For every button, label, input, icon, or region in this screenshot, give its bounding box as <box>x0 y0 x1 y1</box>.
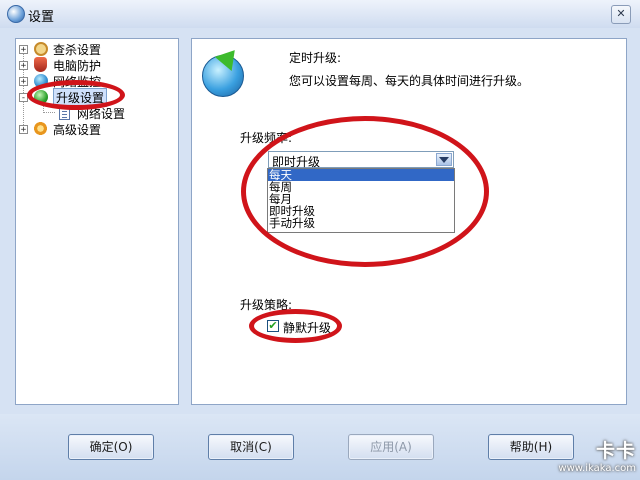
gear-icon <box>33 121 48 136</box>
tree-item-label: 查杀设置 <box>53 42 102 57</box>
window-title: 设置 <box>28 10 55 25</box>
shield-icon <box>34 57 47 72</box>
tree-item-protection[interactable]: + 电脑防护 <box>19 57 101 73</box>
annotation-circle-tree <box>27 80 125 110</box>
close-button[interactable]: ✕ <box>611 5 631 24</box>
tree-item-label: 电脑防护 <box>53 58 102 73</box>
cancel-button[interactable]: 取消(C) <box>208 434 294 460</box>
expand-icon[interactable]: + <box>19 124 28 134</box>
expand-icon[interactable]: + <box>19 44 28 54</box>
watermark: 卡卡 www.ikaka.com <box>506 434 636 476</box>
ok-button[interactable]: 确定(O) <box>68 434 154 460</box>
section-description: 您可以设置每周、每天的具体时间进行升级。 <box>289 74 530 88</box>
button-bar: 确定(O) 取消(C) 应用(A) 帮助(H) 卡卡 www.ikaka.com <box>0 414 640 480</box>
annotation-circle-frequency <box>241 116 489 267</box>
watermark-url: www.ikaka.com <box>558 463 636 474</box>
tree-item-label: 高级设置 <box>53 122 102 137</box>
expand-icon[interactable]: + <box>19 60 28 70</box>
apply-button[interactable]: 应用(A) <box>348 434 434 460</box>
title-bar: 设置 ✕ <box>0 0 640 29</box>
annotation-circle-silent <box>249 309 342 343</box>
section-heading: 定时升级: <box>289 51 342 65</box>
app-icon <box>7 5 25 23</box>
search-icon <box>34 42 48 56</box>
tree-item-advanced[interactable]: + 高级设置 <box>19 121 101 137</box>
expand-icon[interactable]: + <box>19 76 28 86</box>
tree-item-scan[interactable]: + 查杀设置 <box>19 41 101 57</box>
watermark-brand: 卡卡 <box>595 440 636 462</box>
